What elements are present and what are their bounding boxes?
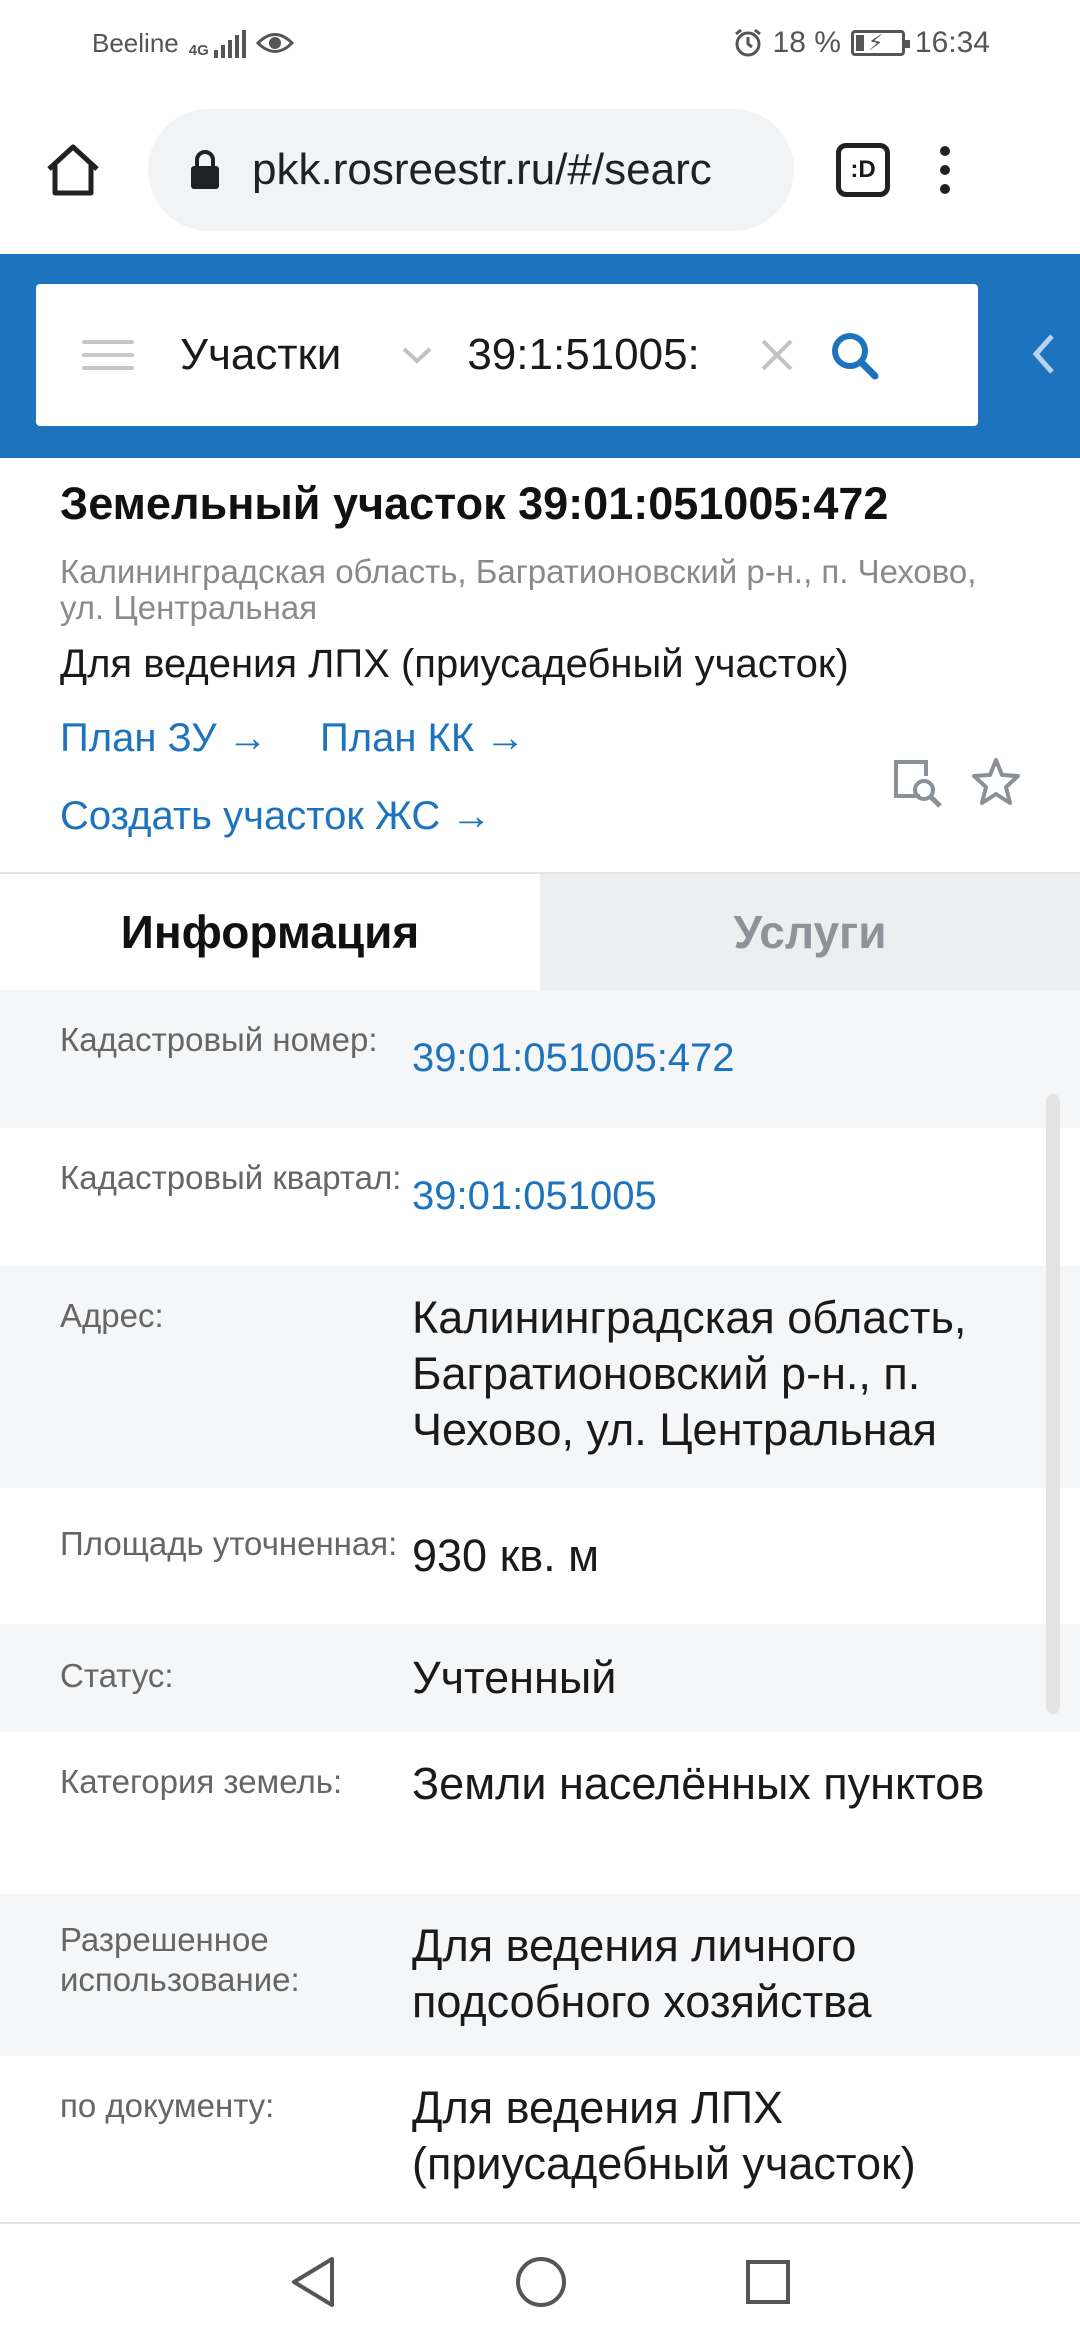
home-icon [47, 144, 99, 196]
eye-icon [255, 33, 294, 53]
chevron-left-icon[interactable] [1030, 332, 1058, 376]
object-purpose: Для ведения ЛПХ (приусадебный участок) [60, 642, 849, 686]
table-row: Разрешенное использование: Для ведения л… [0, 1894, 1080, 2056]
battery-percent: 18 % [772, 26, 841, 59]
row-label: Кадастровый номер: [60, 1021, 378, 1058]
table-row: Кадастровый квартал: 39:01:051005 [0, 1128, 1080, 1266]
create-plot-link[interactable]: Создать участок ЖС → [60, 794, 491, 839]
row-label: Категория земель: [60, 1763, 343, 1800]
table-row: Кадастровый номер: 39:01:051005:472 [0, 990, 1080, 1128]
info-table: Кадастровый номер: 39:01:051005:472 Када… [0, 990, 1080, 2224]
clear-icon[interactable] [759, 337, 795, 373]
system-nav-bar [0, 2222, 1080, 2340]
home-circle-icon[interactable] [514, 2255, 568, 2309]
object-summary: Земельный участок 39:01:051005:472 Калин… [0, 458, 1080, 872]
search-icon[interactable] [829, 330, 879, 380]
row-value: Для ведения ЛПХ (приусадебный участок) [412, 2082, 916, 2189]
menu-icon[interactable] [82, 340, 134, 370]
object-address: Калининградская область, Багратионовский… [60, 553, 977, 626]
signal-icon: 4G [189, 28, 246, 58]
back-icon[interactable] [288, 2255, 338, 2309]
status-bar: Beeline 4G 18 % ⚡ 16:34 [0, 0, 1080, 86]
row-label: Кадастровый квартал: [60, 1159, 402, 1196]
row-label: Площадь уточненная: [60, 1525, 398, 1562]
table-row: Площадь уточненная: 930 кв. м [0, 1488, 1080, 1624]
search-header: Участки [0, 254, 1080, 458]
table-row: Статус: Учтенный [0, 1624, 1080, 1732]
row-value: Учтенный [412, 1652, 617, 1703]
cadastral-number-link[interactable]: 39:01:051005:472 [412, 1030, 1052, 1086]
tab-bar: Информация Услуги [0, 872, 1080, 990]
home-button[interactable] [38, 135, 108, 205]
browser-toolbar: pkk.rosreestr.ru/#/searc :D [0, 86, 1080, 254]
row-label: Разрешенное использование: [60, 1921, 300, 1998]
chevron-down-icon[interactable] [401, 345, 433, 365]
tab-services[interactable]: Услуги [540, 874, 1080, 990]
url-text: pkk.rosreestr.ru/#/searc [252, 145, 712, 194]
row-value: Калининградская область, Багратионовский… [412, 1292, 967, 1455]
plan-zu-link[interactable]: План ЗУ → [60, 716, 268, 761]
table-row: по документу: Для ведения ЛПХ (приусадеб… [0, 2056, 1080, 2224]
star-icon[interactable] [970, 756, 1022, 808]
object-title: Земельный участок 39:01:051005:472 [60, 478, 889, 529]
search-input[interactable] [467, 330, 728, 380]
tab-information[interactable]: Информация [0, 874, 540, 990]
scrollbar[interactable] [1046, 1094, 1060, 1714]
lock-icon [191, 150, 219, 189]
network-type: 4G [188, 42, 209, 59]
document-search-icon[interactable] [890, 756, 944, 810]
browser-menu-icon[interactable] [940, 146, 950, 194]
row-label: по документу: [60, 2087, 275, 2124]
search-panel: Участки [36, 284, 978, 426]
search-type-select[interactable]: Участки [180, 330, 341, 380]
carrier-name: Beeline [92, 27, 179, 58]
row-label: Адрес: [60, 1297, 164, 1334]
table-row: Адрес: Калининградская область, Багратио… [0, 1266, 1080, 1488]
row-label: Статус: [60, 1657, 174, 1694]
plan-kk-link[interactable]: План КК → [320, 716, 525, 761]
row-value: 930 кв. м [412, 1530, 600, 1581]
battery-charging-icon: ⚡ [850, 30, 910, 56]
tabs-button[interactable]: :D [836, 143, 890, 197]
row-value: Земли населённых пунктов [412, 1758, 985, 1809]
address-bar[interactable]: pkk.rosreestr.ru/#/searc [148, 109, 794, 231]
alarm-icon [734, 28, 761, 57]
row-value: Для ведения личного подсобного хозяйства [412, 1920, 872, 2027]
clock: 16:34 [914, 26, 990, 59]
cadastral-quarter-link[interactable]: 39:01:051005 [412, 1168, 1052, 1224]
recents-icon[interactable] [744, 2258, 792, 2306]
table-row: Категория земель: Земли населённых пункт… [0, 1732, 1080, 1894]
